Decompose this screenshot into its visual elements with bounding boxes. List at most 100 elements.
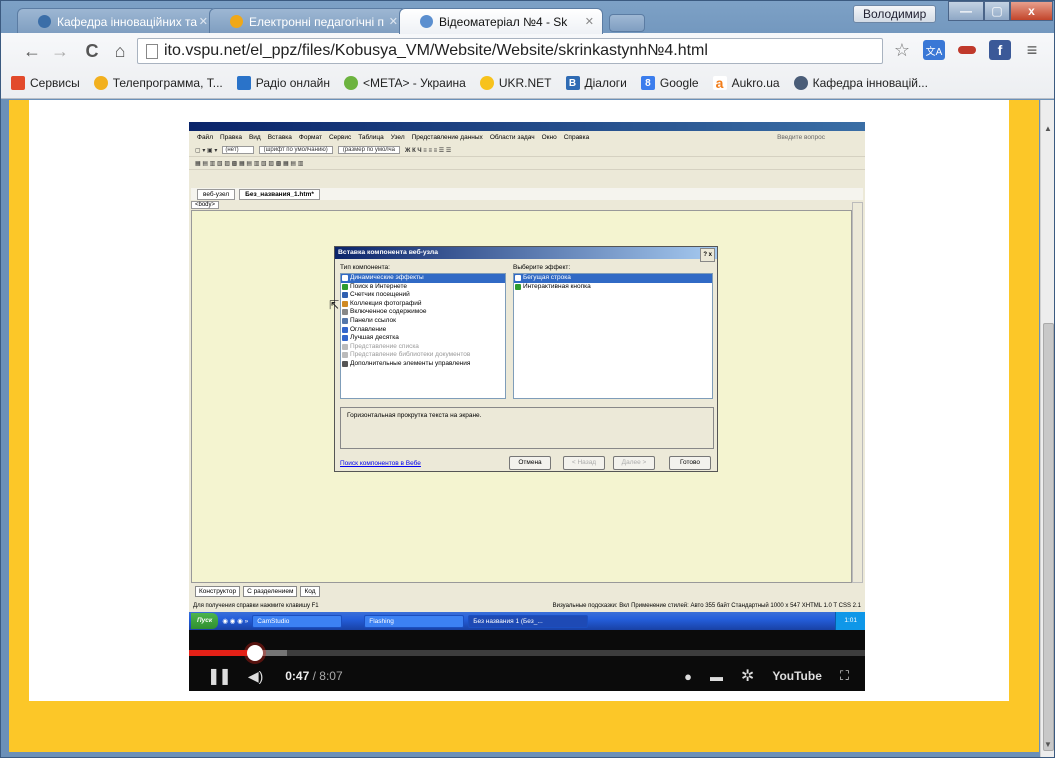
bookmark-teleprogram[interactable]: Телепрограмма, Т... xyxy=(93,76,223,90)
component-icon xyxy=(342,300,348,307)
effect-label: Выберите эффект: xyxy=(513,264,571,271)
chrome-menu-button[interactable]: ≡ xyxy=(1021,40,1043,60)
bookmark-radio[interactable]: Радіо онлайн xyxy=(236,76,330,90)
new-tab-button[interactable] xyxy=(609,14,645,32)
tab-elektronni[interactable]: Електронні педагогічні п ✕ xyxy=(209,8,407,34)
taskbar-item: Без названия 1 (Без_... xyxy=(468,614,589,628)
find-components-link: Поиск компонентов в Вебе xyxy=(340,460,421,467)
pause-icon[interactable]: ❚❚ xyxy=(207,666,232,686)
tab-label: Електронні педагогічні п xyxy=(249,14,384,29)
video-player[interactable]: Файл Правка Вид Вставка Формат Сервис Та… xyxy=(189,122,865,691)
bookmarks-bar: Сервисы Телепрограмма, Т... Радіо онлайн… xyxy=(1,69,1054,97)
list-item: Коллекция фотографий xyxy=(341,300,505,309)
bookmark-aukro[interactable]: a Aukro.ua xyxy=(712,75,780,91)
frontpage-menu: Файл Правка Вид Вставка Формат Сервис Та… xyxy=(189,131,865,144)
bookmark-dialogs[interactable]: В Діалоги xyxy=(565,76,627,90)
taskbar-item: CamStudio xyxy=(252,614,343,628)
address-bar[interactable]: ito.vspu.net/el_ppz/files/Kobusya_VM/Web… xyxy=(137,38,883,64)
status-right: Визуальные подсказки: Вкл Применение сти… xyxy=(552,603,861,609)
bookmark-star-button[interactable]: ☆ xyxy=(891,40,913,60)
tab-kafedra[interactable]: Кафедра інноваційних та ✕ xyxy=(17,8,217,34)
list-item: Динамические эффекты xyxy=(341,274,505,283)
apps-grid-icon xyxy=(11,76,25,90)
component-icon xyxy=(342,335,348,342)
vk-logo-icon: В xyxy=(565,76,580,90)
volume-icon[interactable]: ◀) xyxy=(248,668,263,685)
close-icon[interactable]: ✕ xyxy=(199,15,208,28)
translate-extension-button[interactable]: 文A xyxy=(923,40,945,60)
back-button[interactable]: ← xyxy=(21,39,43,63)
frontpage-statusbar: Для получения справки нажмите клавишу F1… xyxy=(189,600,865,612)
menu-item: Правка xyxy=(219,134,242,141)
reload-icon: C xyxy=(85,40,99,61)
youtube-controls-row: ❚❚ ◀) 0:47 / 8:07 ● ▬ ✲ YouTube ⛶ xyxy=(189,661,865,691)
bookmark-services[interactable]: Сервисы xyxy=(11,76,80,90)
component-icon xyxy=(342,283,348,290)
user-profile-button[interactable]: Володимир xyxy=(853,5,937,23)
close-button[interactable]: x xyxy=(1010,1,1053,21)
radio-icon xyxy=(236,76,251,90)
page-scrollbar[interactable]: ▲ ▼ xyxy=(1040,100,1054,757)
page-icon xyxy=(146,43,158,59)
smiley-icon xyxy=(93,76,108,90)
dialog-title: Вставка компонента веб-узла ? x xyxy=(335,247,717,262)
tray-clock: 1:01 xyxy=(844,617,857,624)
minimize-button[interactable]: — xyxy=(948,1,984,21)
globe-icon xyxy=(38,15,51,28)
bookmark-ukrnet[interactable]: UKR.NET xyxy=(479,76,552,90)
scroll-down-icon[interactable]: ▼ xyxy=(1044,740,1052,749)
next-button: Далее > xyxy=(613,456,655,470)
tab-video[interactable]: Відеоматеріал №4 - Sk ✕ xyxy=(399,8,603,34)
reload-button[interactable]: C xyxy=(81,39,103,63)
star-icon: ☆ xyxy=(893,39,911,60)
status-left: Для получения справки нажмите клавишу F1 xyxy=(193,603,319,609)
address-url[interactable]: ito.vspu.net/el_ppz/files/Kobusya_VM/Web… xyxy=(164,42,708,60)
current-time: 0:47 xyxy=(285,669,310,683)
list-item: Представление библиотеки документов xyxy=(341,351,505,360)
browser-toolbar: ← → C ⌂ ito.vspu.net/el_ppz/files/Kobusy… xyxy=(1,33,1054,99)
menu-icon: ≡ xyxy=(1026,39,1038,60)
toolbar-icons: ▢ ▾ ▣ ▾ xyxy=(195,147,218,154)
facebook-icon: f xyxy=(997,42,1003,58)
component-icon xyxy=(342,326,348,333)
bookmark-meta[interactable]: <META> - Украина xyxy=(344,76,466,90)
settings-gear-icon[interactable]: ✲ xyxy=(741,666,754,686)
toolbar-format-icons: Ж К Ч ≡ ≡ ≡ ☰ ☰ xyxy=(404,147,452,154)
tab-label: Кафедра інноваційних та xyxy=(57,14,198,29)
incognito-extension-button[interactable] xyxy=(956,40,978,60)
fullscreen-icon[interactable]: ⛶ xyxy=(840,668,849,684)
type-list: Динамические эффекты Поиск в Интернете С… xyxy=(340,273,506,399)
list-item: Панели ссылок xyxy=(341,317,505,326)
back-button: < Назад xyxy=(563,456,605,470)
component-icon xyxy=(515,283,521,290)
video-frame-frontpage: Файл Правка Вид Вставка Формат Сервис Та… xyxy=(189,122,865,630)
translate-icon: 文A xyxy=(925,46,943,58)
quicklaunch-icons: ◉ ◉ ◉ » xyxy=(222,618,249,625)
component-icon xyxy=(342,275,348,281)
menu-item: Вид xyxy=(248,134,261,141)
list-item: Дополнительные элементы управления xyxy=(341,360,505,369)
youtube-logo-button[interactable]: YouTube xyxy=(772,669,822,683)
close-icon[interactable]: ✕ xyxy=(585,15,594,28)
scrollbar-thumb[interactable] xyxy=(1043,323,1054,751)
help-hint: Введите вопрос xyxy=(777,134,825,141)
progress-scrubber[interactable] xyxy=(246,645,263,661)
youtube-logo-text: YouTube xyxy=(772,669,822,683)
home-button[interactable]: ⌂ xyxy=(109,39,131,63)
bookmark-kafedra[interactable]: Кафедра інновацій... xyxy=(793,76,928,90)
info-icon[interactable]: ● xyxy=(684,669,692,684)
bookmark-google[interactable]: 8 Google xyxy=(640,76,699,90)
effect-list: Бегущая строка Интерактивная кнопка xyxy=(513,273,713,399)
menu-item: Сервис xyxy=(328,134,352,141)
video-progress-bar[interactable] xyxy=(189,645,865,661)
maximize-button[interactable]: ▢ xyxy=(984,1,1010,21)
captions-icon[interactable]: ▬ xyxy=(710,669,723,684)
scroll-up-icon[interactable]: ▲ xyxy=(1044,124,1052,133)
globe-icon xyxy=(793,76,808,90)
forward-button[interactable]: → xyxy=(49,39,71,63)
component-icon xyxy=(342,343,348,350)
facebook-extension-button[interactable]: f xyxy=(989,40,1011,60)
close-icon[interactable]: ✕ xyxy=(389,15,398,28)
size-box: (размер по умолча xyxy=(337,146,400,154)
body-tag: <body> xyxy=(191,201,220,209)
